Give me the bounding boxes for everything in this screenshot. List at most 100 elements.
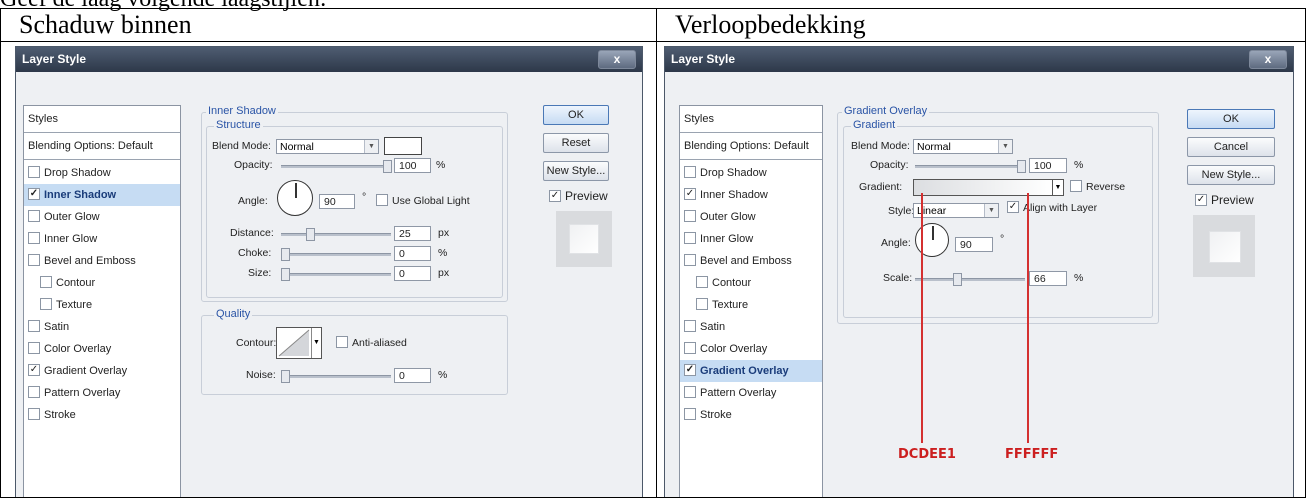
opacity-slider-thumb[interactable] [383, 160, 392, 173]
choke-slider[interactable] [281, 248, 391, 261]
sidebar-item-texture[interactable]: Texture [24, 294, 180, 316]
sidebar-item-gradient-overlay[interactable]: ✓ Gradient Overlay [24, 360, 180, 382]
opacity-slider[interactable] [915, 160, 1026, 173]
checkbox-icon[interactable] [28, 408, 40, 421]
checkbox-icon[interactable] [684, 166, 696, 179]
sidebar-item-label: Texture [56, 299, 93, 311]
size-input[interactable]: 0 [394, 266, 431, 281]
scale-input[interactable]: 66 [1029, 271, 1067, 286]
cancel-button[interactable]: Cancel [1187, 137, 1275, 157]
sidebar-item-inner-shadow[interactable]: ✓ Inner Shadow [680, 184, 822, 206]
style-select[interactable]: Linear ▼ [913, 203, 999, 218]
checkbox-icon[interactable] [28, 166, 40, 179]
choke-input[interactable]: 0 [394, 246, 431, 261]
ok-button[interactable]: OK [1187, 109, 1275, 129]
sidebar-item-gradient-overlay[interactable]: ✓ Gradient Overlay [680, 360, 822, 382]
noise-slider[interactable] [281, 370, 391, 383]
opacity-slider-thumb[interactable] [1017, 160, 1026, 173]
gradient-picker[interactable]: ▼ [913, 179, 1064, 196]
close-button[interactable]: x [1249, 50, 1287, 69]
sidebar-styles[interactable]: Styles [680, 106, 822, 133]
distance-input[interactable]: 25 [394, 226, 431, 241]
checkbox-icon[interactable] [696, 276, 708, 289]
checkbox-icon[interactable] [40, 298, 52, 311]
sidebar-styles[interactable]: Styles [24, 106, 180, 133]
scale-slider[interactable] [915, 273, 1025, 286]
sidebar-item-drop-shadow[interactable]: Drop Shadow [24, 162, 180, 184]
checkbox-icon[interactable] [696, 298, 708, 311]
sidebar-item-texture[interactable]: Texture [680, 294, 822, 316]
sidebar-item-contour[interactable]: Contour [680, 272, 822, 294]
scale-slider-thumb[interactable] [953, 273, 962, 286]
sidebar-item-satin[interactable]: Satin [24, 316, 180, 338]
checkbox-icon[interactable] [684, 342, 696, 355]
size-slider-thumb[interactable] [281, 268, 290, 281]
sidebar-item-drop-shadow[interactable]: Drop Shadow [680, 162, 822, 184]
blend-mode-select[interactable]: Normal ▼ [913, 139, 1013, 154]
noise-input[interactable]: 0 [394, 368, 431, 383]
checkbox-icon[interactable] [28, 254, 40, 267]
checkbox-icon[interactable] [684, 386, 696, 399]
sidebar-item-color-overlay[interactable]: Color Overlay [680, 338, 822, 360]
sidebar-item-outer-glow[interactable]: Outer Glow [680, 206, 822, 228]
use-global-light-checkbox[interactable]: Use Global Light [376, 194, 470, 207]
anti-aliased-checkbox[interactable]: Anti-aliased [336, 336, 407, 349]
sidebar-item-bevel-and-emboss[interactable]: Bevel and Emboss [24, 250, 180, 272]
ok-button[interactable]: OK [543, 105, 609, 125]
preview-checkbox[interactable]: ✓ Preview [1195, 193, 1254, 207]
align-with-layer-checkbox[interactable]: ✓ Align with Layer [1007, 201, 1097, 214]
use-global-light-label: Use Global Light [392, 195, 470, 207]
opacity-input[interactable]: 100 [394, 158, 431, 173]
choke-slider-thumb[interactable] [281, 248, 290, 261]
close-button[interactable]: x [598, 50, 636, 69]
sidebar-item-contour[interactable]: Contour [24, 272, 180, 294]
preview-checkbox[interactable]: ✓ Preview [549, 189, 608, 203]
size-slider[interactable] [281, 268, 391, 281]
check-icon[interactable]: ✓ [28, 364, 40, 377]
sidebar-blending-options[interactable]: Blending Options: Default [680, 133, 822, 160]
checkbox-icon[interactable] [28, 210, 40, 223]
checkbox-icon[interactable] [40, 276, 52, 289]
sidebar-item-satin[interactable]: Satin [680, 316, 822, 338]
reset-button[interactable]: Reset [543, 133, 609, 153]
opacity-input[interactable]: 100 [1029, 158, 1067, 173]
check-icon[interactable]: ✓ [28, 188, 40, 201]
scale-unit: % [1074, 272, 1084, 284]
reverse-checkbox[interactable]: Reverse [1070, 180, 1125, 193]
checkbox-icon[interactable] [28, 320, 40, 333]
sidebar-item-inner-glow[interactable]: Inner Glow [24, 228, 180, 250]
checkbox-icon[interactable] [684, 254, 696, 267]
sidebar-item-color-overlay[interactable]: Color Overlay [24, 338, 180, 360]
checkbox-icon[interactable] [28, 386, 40, 399]
distance-slider-thumb[interactable] [306, 228, 315, 241]
noise-slider-thumb[interactable] [281, 370, 290, 383]
sidebar-item-pattern-overlay[interactable]: Pattern Overlay [24, 382, 180, 404]
sidebar-item-pattern-overlay[interactable]: Pattern Overlay [680, 382, 822, 404]
new-style-button[interactable]: New Style... [543, 161, 609, 181]
sidebar-item-inner-glow[interactable]: Inner Glow [680, 228, 822, 250]
sidebar-item-stroke[interactable]: Stroke [680, 404, 822, 426]
new-style-button[interactable]: New Style... [1187, 165, 1275, 185]
anti-aliased-label: Anti-aliased [352, 337, 407, 349]
distance-slider[interactable] [281, 228, 391, 241]
sidebar-item-outer-glow[interactable]: Outer Glow [24, 206, 180, 228]
check-icon[interactable]: ✓ [684, 364, 696, 377]
checkbox-icon[interactable] [684, 408, 696, 421]
angle-input[interactable]: 90 [955, 237, 993, 252]
check-icon[interactable]: ✓ [684, 188, 696, 201]
checkbox-icon[interactable] [28, 342, 40, 355]
checkbox-icon[interactable] [28, 232, 40, 245]
angle-dial[interactable] [277, 180, 313, 216]
sidebar-item-stroke[interactable]: Stroke [24, 404, 180, 426]
checkbox-icon[interactable] [684, 232, 696, 245]
sidebar-item-inner-shadow[interactable]: ✓ Inner Shadow [24, 184, 180, 206]
contour-picker[interactable]: ▼ [276, 327, 322, 359]
checkbox-icon[interactable] [684, 210, 696, 223]
opacity-slider[interactable] [281, 160, 392, 173]
blend-mode-select[interactable]: Normal ▼ [276, 139, 379, 154]
sidebar-item-bevel-and-emboss[interactable]: Bevel and Emboss [680, 250, 822, 272]
sidebar-blending-options[interactable]: Blending Options: Default [24, 133, 180, 160]
shadow-color-swatch[interactable] [384, 137, 422, 155]
checkbox-icon[interactable] [684, 320, 696, 333]
angle-input[interactable]: 90 [319, 194, 355, 209]
